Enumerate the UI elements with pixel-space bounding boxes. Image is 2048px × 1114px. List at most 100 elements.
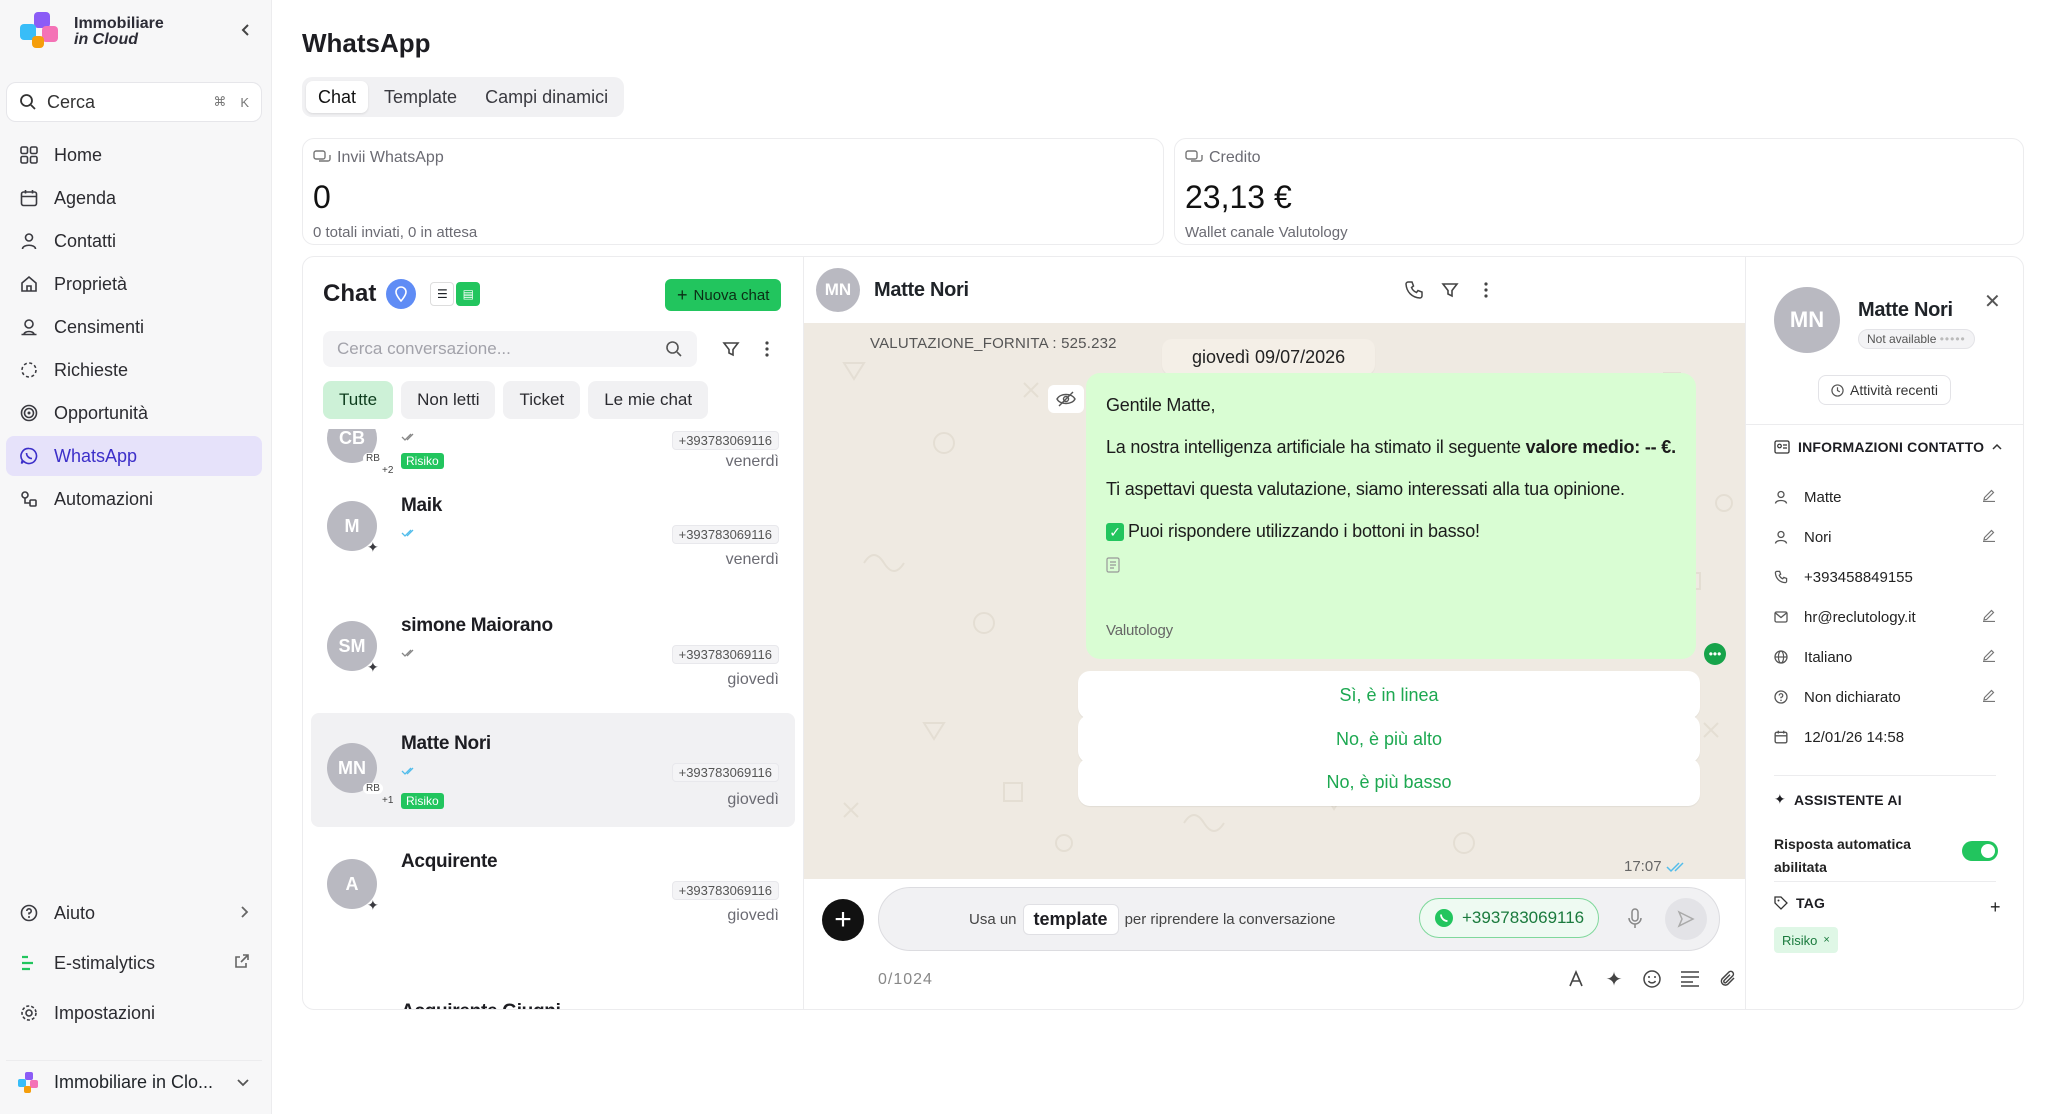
quick-reply-button[interactable]: Sì, è in linea <box>1078 671 1700 719</box>
nav-impostazioni[interactable]: Impostazioni <box>6 993 262 1033</box>
filter-le-mie-chat[interactable]: Le mie chat <box>588 381 709 419</box>
location-pin-icon[interactable] <box>386 279 417 309</box>
recent-activity-label: Attività recenti <box>1850 382 1938 398</box>
sender-number: +393783069116 <box>1462 908 1585 927</box>
nav-agenda-label: Agenda <box>54 187 117 208</box>
field-last-name: Nori <box>1774 525 1996 549</box>
more-vertical-icon[interactable] <box>755 337 779 361</box>
sender-number-pill[interactable]: +393783069116 <box>1419 898 1600 938</box>
attach-plus-button[interactable]: + <box>822 899 864 941</box>
edit-icon[interactable] <box>1982 608 1996 626</box>
conversation-phone: +393783069116 <box>671 881 779 900</box>
nav-agenda[interactable]: Agenda <box>6 178 262 218</box>
filter-ticket[interactable]: Ticket <box>503 381 581 419</box>
eye-off-icon[interactable] <box>1048 385 1084 413</box>
nav-censimenti[interactable]: Censimenti <box>6 307 262 347</box>
brand-line2: in Cloud <box>74 31 138 48</box>
card-view-icon[interactable]: ▤ <box>456 282 481 306</box>
nav-estimalytics[interactable]: E-stimalytics <box>6 943 262 983</box>
ai-sparkle-icon[interactable]: ✦ <box>1602 967 1626 991</box>
remove-tag-icon[interactable]: × <box>1823 934 1829 946</box>
send-button[interactable] <box>1665 898 1707 940</box>
list-item[interactable]: Acquirente Giugni <box>311 949 795 1009</box>
nav-contatti[interactable]: Contatti <box>6 221 262 261</box>
conversation-phone: +393783069116 <box>671 763 779 782</box>
add-tag-button[interactable]: + <box>1990 897 2001 918</box>
list-item[interactable]: SM ✦ simone Maiorano +393783069116 giove… <box>311 595 795 709</box>
conversation-search-input[interactable] <box>337 339 665 359</box>
nav-aiuto[interactable]: Aiuto <box>6 893 262 933</box>
quick-reply-button[interactable]: No, è più basso <box>1078 758 1700 806</box>
close-icon[interactable]: ✕ <box>1984 289 2001 314</box>
brand-logo-icon <box>20 12 64 52</box>
quick-reply-button[interactable]: No, è più alto <box>1078 715 1700 763</box>
message-line2: Ti aspettavi questa valutazione, siamo i… <box>1106 479 1625 499</box>
shortcut-k: K <box>240 94 249 110</box>
filter-icon[interactable] <box>1438 278 1462 302</box>
conversation-date: giovedì <box>727 907 779 924</box>
nav-home[interactable]: Home <box>6 135 262 175</box>
external-link-icon <box>234 953 250 974</box>
filter-icon[interactable] <box>719 337 743 361</box>
view-toggle: ☰ ▤ <box>430 282 481 306</box>
double-check-icon <box>1666 861 1684 872</box>
tag-title: TAG <box>1796 895 1826 911</box>
list-view-icon[interactable]: ☰ <box>430 282 455 306</box>
nav-whatsapp[interactable]: WhatsApp <box>6 436 262 476</box>
collapse-sidebar-button[interactable] <box>234 18 258 42</box>
emoji-icon[interactable] <box>1640 967 1664 991</box>
filter-tutte[interactable]: Tutte <box>323 381 394 419</box>
edit-icon[interactable] <box>1982 528 1996 546</box>
double-check-icon <box>401 431 417 445</box>
stat-sends-sub: 0 totali inviati, 0 in attesa <box>313 224 478 241</box>
search-icon <box>666 341 682 357</box>
chat-contact-name[interactable]: Matte Nori <box>874 279 969 302</box>
template-link[interactable]: template <box>1022 903 1119 935</box>
user-icon <box>18 230 40 252</box>
tab-template[interactable]: Template <box>372 81 469 113</box>
availability-badge: Not available ••••• <box>1858 329 1975 349</box>
tab-campi-dinamici[interactable]: Campi dinamici <box>473 81 620 113</box>
message-area[interactable]: VALUTAZIONE_FORNITA : 525.232 giovedì 09… <box>804 323 1746 879</box>
nav-richieste[interactable]: Richieste <box>6 350 262 390</box>
composer: + Usa un template per riprendere la conv… <box>804 879 1746 1009</box>
field-first-name-value: Matte <box>1804 488 1842 506</box>
microphone-icon[interactable] <box>1627 908 1643 935</box>
phone-icon[interactable] <box>1402 278 1426 302</box>
text-format-icon[interactable] <box>1564 967 1588 991</box>
nav-proprieta[interactable]: Proprietà <box>6 264 262 304</box>
sparkle-icon: ✦ <box>367 659 379 675</box>
help-icon <box>1774 690 1792 704</box>
recent-activity-button[interactable]: Attività recenti <box>1818 375 1951 405</box>
ai-sparkle-icon: ✦ <box>1774 791 1786 807</box>
edit-icon[interactable] <box>1982 648 1996 666</box>
contact-info-section[interactable]: INFORMAZIONI CONTATTO <box>1774 439 2002 455</box>
tag-chip[interactable]: Risiko × <box>1774 927 1838 953</box>
nav-automazioni[interactable]: Automazioni <box>6 479 262 519</box>
conversation-name: simone Maiorano <box>401 615 553 636</box>
auto-reply-toggle[interactable] <box>1962 841 1998 861</box>
template-list-icon[interactable] <box>1678 967 1702 991</box>
paperclip-icon[interactable] <box>1716 967 1740 991</box>
global-search[interactable]: Cerca ⌘ K <box>6 82 262 122</box>
list-item[interactable]: MN RB +1 Matte Nori +393783069116 Risiko… <box>311 713 795 827</box>
house-icon <box>18 273 40 295</box>
edit-icon[interactable] <box>1982 688 1996 706</box>
brand[interactable]: Immobiliare in Cloud <box>20 12 164 52</box>
list-item[interactable]: M ✦ Maik +393783069116 venerdì <box>311 477 795 591</box>
chat-avatar[interactable]: MN <box>816 268 860 312</box>
filter-non-letti[interactable]: Non letti <box>401 381 496 419</box>
nav-opportunita[interactable]: Opportunità <box>6 393 262 433</box>
more-vertical-icon[interactable] <box>1474 278 1498 302</box>
message-input[interactable]: Usa un template per riprendere la conver… <box>878 887 1720 951</box>
list-item[interactable]: A ✦ Acquirente +393783069116 giovedì <box>311 831 795 945</box>
field-email: hr@reclutology.it <box>1774 605 1996 629</box>
page-title: WhatsApp <box>302 28 431 58</box>
bottom-nav: Aiuto E-stimalytics Impostazioni <box>6 893 262 1043</box>
message-bubble[interactable]: Gentile Matte, La nostra intelligenza ar… <box>1086 373 1696 659</box>
message-options-icon[interactable]: ••• <box>1704 643 1726 665</box>
tab-chat[interactable]: Chat <box>306 81 369 113</box>
workspace-switcher[interactable]: Immobiliare in Clo... <box>6 1060 262 1104</box>
new-chat-button[interactable]: + Nuova chat <box>665 279 782 311</box>
edit-icon[interactable] <box>1982 488 1996 506</box>
